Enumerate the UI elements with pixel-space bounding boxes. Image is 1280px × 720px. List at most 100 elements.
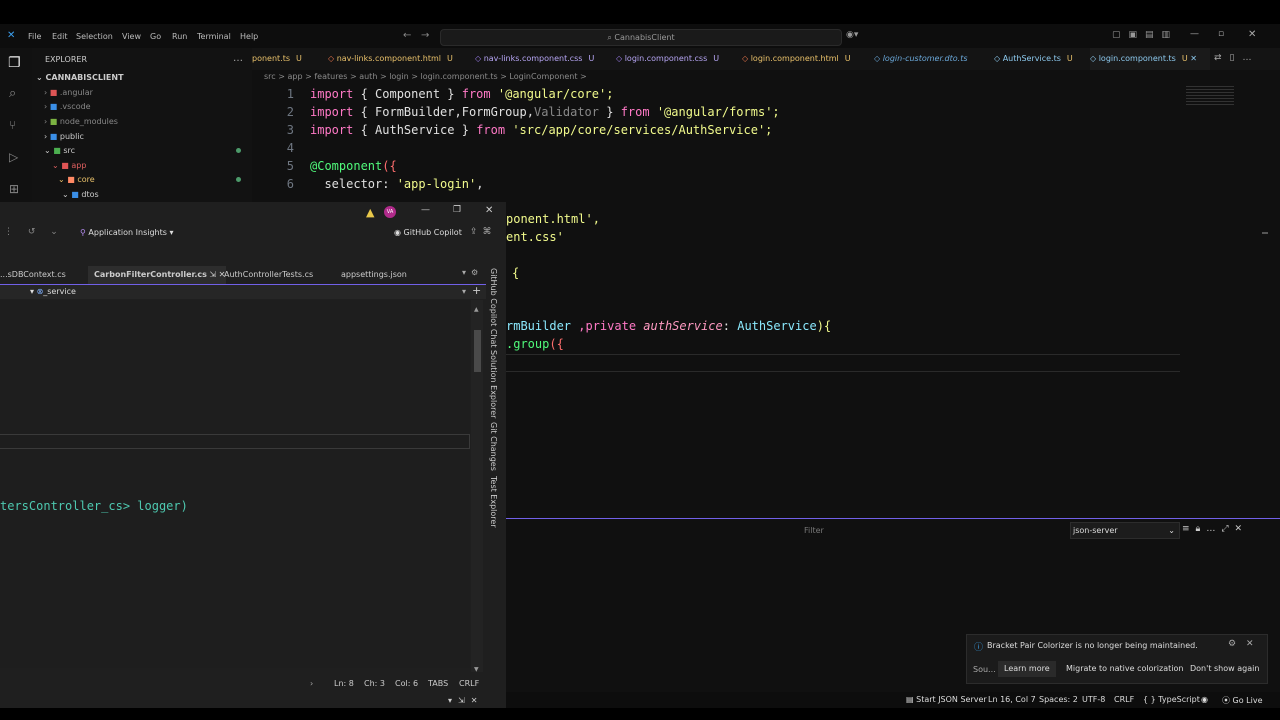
tab-close-icon[interactable]: ✕ [1188,54,1197,63]
tree-item-public[interactable]: › ■ public [44,132,84,141]
vs-status-ch[interactable]: Ch: 3 [364,679,385,688]
rail-copilot-chat[interactable]: GitHub Copilot Chat [489,268,498,348]
status-spaces[interactable]: Spaces: 2 [1039,695,1078,704]
status-json-server[interactable]: ▤ Start JSON Server [906,695,987,704]
minimap[interactable] [1186,86,1234,106]
run-debug-icon[interactable]: ▷ [9,150,18,164]
tab-nav-links-html[interactable]: ◇ nav-links.component.html U [328,48,453,70]
member-dropdown[interactable]: ▾ ⊗_service [30,287,76,296]
vs-close-icon[interactable]: ✕ [485,205,493,216]
app-insights-button[interactable]: ⚲ Application Insights ▾ [80,228,173,237]
status-language[interactable]: { } TypeScript [1143,695,1200,704]
menu-run[interactable]: Run [172,32,187,41]
search-icon[interactable]: ⌕ [9,86,16,101]
vs-tab-appsettings[interactable]: appsettings.json [341,266,407,284]
scrollbar[interactable] [1262,232,1268,234]
menu-go[interactable]: Go [150,32,161,41]
tree-item-angular[interactable]: › ■ .angular [44,88,93,97]
tab-authservice[interactable]: ◇ AuthService.ts U [994,48,1073,70]
status-copilot-icon[interactable]: ◉ [1201,695,1208,704]
vs-toolbar-icons[interactable]: ⋮ ↺ ⌄ [4,227,64,237]
output-channel-select[interactable]: json-server ⌄ [1070,522,1180,539]
code-line-1[interactable]: import { Component } from '@angular/core… [310,87,613,101]
filter-input[interactable]: Filter [804,526,1064,535]
share-icons[interactable]: ⇪⌘ [470,227,497,237]
menu-selection[interactable]: Selection [76,32,113,41]
vs-code-editor[interactable] [0,300,470,668]
vs-scroll-thumb[interactable] [474,330,481,372]
vs-tab-authtests[interactable]: AuthControllerTests.cs [224,266,313,284]
code-line-5[interactable]: @Component({ [310,159,397,173]
nav-chevron-icon[interactable]: ▾ [462,287,466,296]
vs-status-col[interactable]: Col: 6 [395,679,418,688]
close-icon[interactable]: ✕ [1248,29,1256,40]
code-line-2[interactable]: import { FormBuilder,FormGroup,Validator… [310,105,780,119]
tab-nav-links-css[interactable]: ◇ nav-links.component.css U [475,48,594,70]
vs-minimize-icon[interactable]: — [421,205,430,215]
tree-item-core[interactable]: ⌄ ■ core [58,175,95,184]
layout-icons[interactable]: ▢▣▤▥ [1112,30,1178,40]
vs-restore-icon[interactable]: ❐ [453,205,461,215]
vs-status-ln[interactable]: Ln: 8 [334,679,354,688]
toast-gear-icon[interactable]: ⚙ [1228,639,1236,649]
split-add-icon[interactable]: + [472,284,481,297]
tab-component-ts[interactable]: ponent.ts U [252,48,302,70]
code-right-2[interactable]: ent.css' [506,230,564,244]
extensions-icon[interactable]: ⊞ [9,182,19,196]
pin-icon[interactable]: ⇲ ✕ [207,270,225,279]
status-arrow-icon[interactable]: › [310,679,313,688]
minimize-icon[interactable]: — [1190,29,1199,39]
rail-test-explorer[interactable]: Test Explorer [489,476,498,528]
more-icon[interactable]: … [233,53,243,64]
tree-item-vscode[interactable]: › ■ .vscode [44,102,91,111]
command-center[interactable]: ⌕ CannabisClient [440,29,842,46]
menu-help[interactable]: Help [240,32,258,41]
status-go-live[interactable]: ⦿ Go Live [1222,695,1263,706]
menu-edit[interactable]: Edit [52,32,68,41]
code-right-1[interactable]: ponent.html', [506,212,600,226]
menu-terminal[interactable]: Terminal [197,32,231,41]
back-arrow-icon[interactable]: ← [403,30,411,41]
rail-solution-explorer[interactable]: Solution Explorer [489,350,498,418]
vs-code-fragment[interactable]: tersController_cs> logger) [0,499,188,513]
tab-login-ts-active[interactable]: ◇ login.component.ts U ✕ [1090,48,1210,70]
explorer-icon[interactable]: ❐ [8,55,21,71]
scroll-down-icon[interactable]: ▼ [474,666,479,673]
breadcrumb[interactable]: src > app > features > auth > login > lo… [264,72,587,81]
status-eol[interactable]: CRLF [1114,695,1134,704]
toast-close-icon[interactable]: ✕ [1246,639,1254,649]
dont-show-again-button[interactable]: Don't show again [1184,661,1265,677]
learn-more-button[interactable]: Learn more [998,661,1056,677]
menu-file[interactable]: File [28,32,41,41]
scroll-up-icon[interactable]: ▲ [474,306,479,313]
vs-status-tabs[interactable]: TABS [428,679,448,688]
code-right-4[interactable]: rmBuilder ,private authService: AuthServ… [506,319,831,333]
avatar[interactable]: VA [384,206,396,218]
tab-login-html[interactable]: ◇ login.component.html U [742,48,851,70]
tree-item-app[interactable]: ⌄ ■ app [52,161,86,170]
vs-panel-controls[interactable]: ▾⇲✕ [448,696,483,705]
menu-view[interactable]: View [122,32,141,41]
status-position[interactable]: Ln 16, Col 7 [988,695,1036,704]
copilot-button[interactable]: ◉ GitHub Copilot [394,228,462,237]
copilot-icon[interactable]: ◉▾ [846,30,858,40]
panel-actions[interactable]: ≡🔒︎…⤢✕ [1182,524,1248,534]
tree-item-node-modules[interactable]: › ■ node_modules [44,117,118,126]
code-line-3[interactable]: import { AuthService } from 'src/app/cor… [310,123,772,137]
warning-icon[interactable]: ▲ [366,206,374,219]
code-right-3[interactable]: { [512,266,519,280]
forward-arrow-icon[interactable]: → [421,30,429,41]
tree-item-src[interactable]: ⌄ ■ src [44,146,75,155]
tree-item-dtos[interactable]: ⌄ ■ dtos [62,190,99,199]
explorer-root[interactable]: ⌄ CANNABISCLIENT [36,73,124,82]
vs-status-eol[interactable]: CRLF [459,679,479,688]
tab-overflow-icon[interactable]: ▾⚙ [462,268,483,277]
vs-tab-dbcontext[interactable]: ...sDBContext.cs [0,266,66,284]
source-control-icon[interactable]: ⑂ [9,118,16,132]
tab-login-customer-dto[interactable]: ◇ login-customer.dto.ts [874,48,968,70]
tab-login-css[interactable]: ◇ login.component.css U [616,48,719,70]
code-right-5[interactable]: .group({ [506,337,564,351]
vs-tab-carbonfilter-active[interactable]: CarbonFilterController.cs ⇲ ✕ [88,266,226,284]
maximize-icon[interactable]: ▫ [1218,29,1224,39]
editor-actions[interactable]: ⇄▯… [1214,53,1260,63]
